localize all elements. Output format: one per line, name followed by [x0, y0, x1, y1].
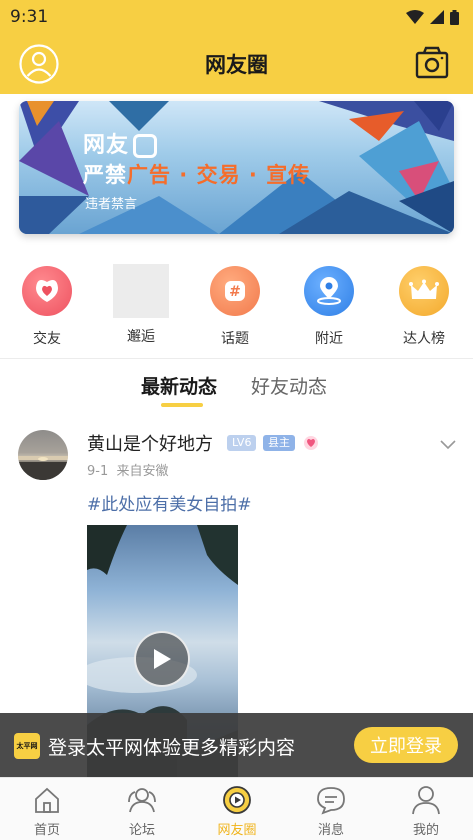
play-button[interactable]: [134, 631, 190, 687]
home-icon: [35, 787, 59, 813]
status-bar: 9:31: [0, 0, 473, 34]
post-date: 9-1: [87, 464, 109, 479]
banner-rules-items: 广告 · 交易 · 宣传: [127, 163, 311, 187]
category-topics[interactable]: # 话题: [200, 266, 270, 348]
tab-friends[interactable]: 好友动态: [251, 372, 327, 399]
tabbar-friends-circle[interactable]: 网友圈: [207, 784, 267, 838]
message-icon: [317, 787, 345, 815]
banner-title-text: 网友: [83, 133, 130, 158]
camera-icon: [415, 46, 449, 79]
category-label: 附近: [315, 331, 343, 347]
tabbar-label: 首页: [33, 823, 60, 838]
category-label: 达人榜: [403, 331, 445, 347]
category-label: 话题: [221, 331, 249, 347]
category-nearby[interactable]: 附近: [294, 266, 364, 348]
tabbar-messages[interactable]: 消息: [301, 784, 361, 838]
hashtag-icon: #: [210, 266, 260, 316]
profile-icon: [412, 786, 440, 815]
tabbar-profile[interactable]: 我的: [396, 784, 456, 838]
login-prompt-message: 登录太平网体验更多精彩内容: [48, 737, 296, 759]
post-author[interactable]: 黄山是个好地方: [87, 430, 213, 456]
tabbar-label: 消息: [317, 823, 344, 838]
login-button[interactable]: 立即登录: [354, 727, 458, 763]
post-meta: 9-1 来自安徽: [87, 460, 169, 479]
play-icon: [154, 649, 171, 669]
heart-badge-icon: [304, 436, 318, 450]
forum-icon: [128, 788, 156, 813]
app-header: 网友圈: [0, 34, 473, 94]
wifi-icon: [406, 10, 424, 24]
status-time: 9:31: [10, 7, 49, 27]
tabbar-label: 论坛: [128, 823, 155, 838]
feed-tabs: 最新动态 好友动态: [0, 372, 473, 412]
category-dating[interactable]: 交友: [12, 266, 82, 348]
user-icon: [19, 44, 59, 84]
camera-button[interactable]: [415, 46, 449, 80]
category-label: 邂逅: [127, 329, 155, 345]
tabbar-label: 网友圈: [217, 823, 257, 838]
heart-chat-icon: [22, 266, 72, 316]
notice-banner[interactable]: 网友 严禁广告 · 交易 · 宣传 违者禁言: [19, 101, 454, 234]
category-encounter[interactable]: 邂逅: [106, 264, 176, 346]
tab-latest[interactable]: 最新动态: [141, 372, 217, 399]
banner-rules: 严禁广告 · 交易 · 宣传: [83, 159, 310, 189]
user-avatar-button[interactable]: [19, 44, 59, 84]
category-label: 交友: [33, 331, 61, 347]
banner-subtitle: 违者禁言: [85, 197, 138, 212]
tabbar-forum[interactable]: 论坛: [112, 784, 172, 838]
banner-rules-prefix: 严禁: [83, 163, 127, 187]
tab-indicator: [161, 403, 203, 407]
category-row: 交友 邂逅 # 话题 附近 达人榜: [0, 264, 473, 348]
banner-title: 网友: [83, 127, 158, 159]
chevron-down-icon[interactable]: [440, 436, 456, 452]
bottom-tab-bar: 首页 论坛 网友圈 消息 我的: [0, 777, 473, 840]
friends-circle-icon: [223, 786, 251, 814]
post-hashtag[interactable]: #此处应有美女自拍#: [87, 490, 252, 515]
section-divider: [0, 358, 473, 359]
avatar[interactable]: [18, 430, 68, 480]
tabbar-home[interactable]: 首页: [17, 784, 77, 838]
category-leaderboard[interactable]: 达人榜: [389, 266, 459, 348]
page-title: 网友圈: [205, 53, 268, 77]
status-icons: [406, 9, 459, 25]
role-badge: 县主: [263, 435, 295, 451]
battery-icon: [450, 9, 459, 25]
crown-icon: [399, 266, 449, 316]
image-placeholder: [113, 264, 169, 318]
signal-icon: [430, 10, 444, 24]
location-pin-icon: [304, 266, 354, 316]
svg-text:#: #: [229, 284, 241, 300]
banner-logo-mark: [133, 134, 158, 158]
login-prompt-bar: 太平网 登录太平网体验更多精彩内容 立即登录: [0, 713, 473, 777]
level-badge: LV6: [227, 435, 257, 451]
tabbar-label: 我的: [412, 823, 439, 838]
pconline-logo: 太平网: [14, 733, 40, 759]
post-location: 来自安徽: [116, 464, 169, 479]
